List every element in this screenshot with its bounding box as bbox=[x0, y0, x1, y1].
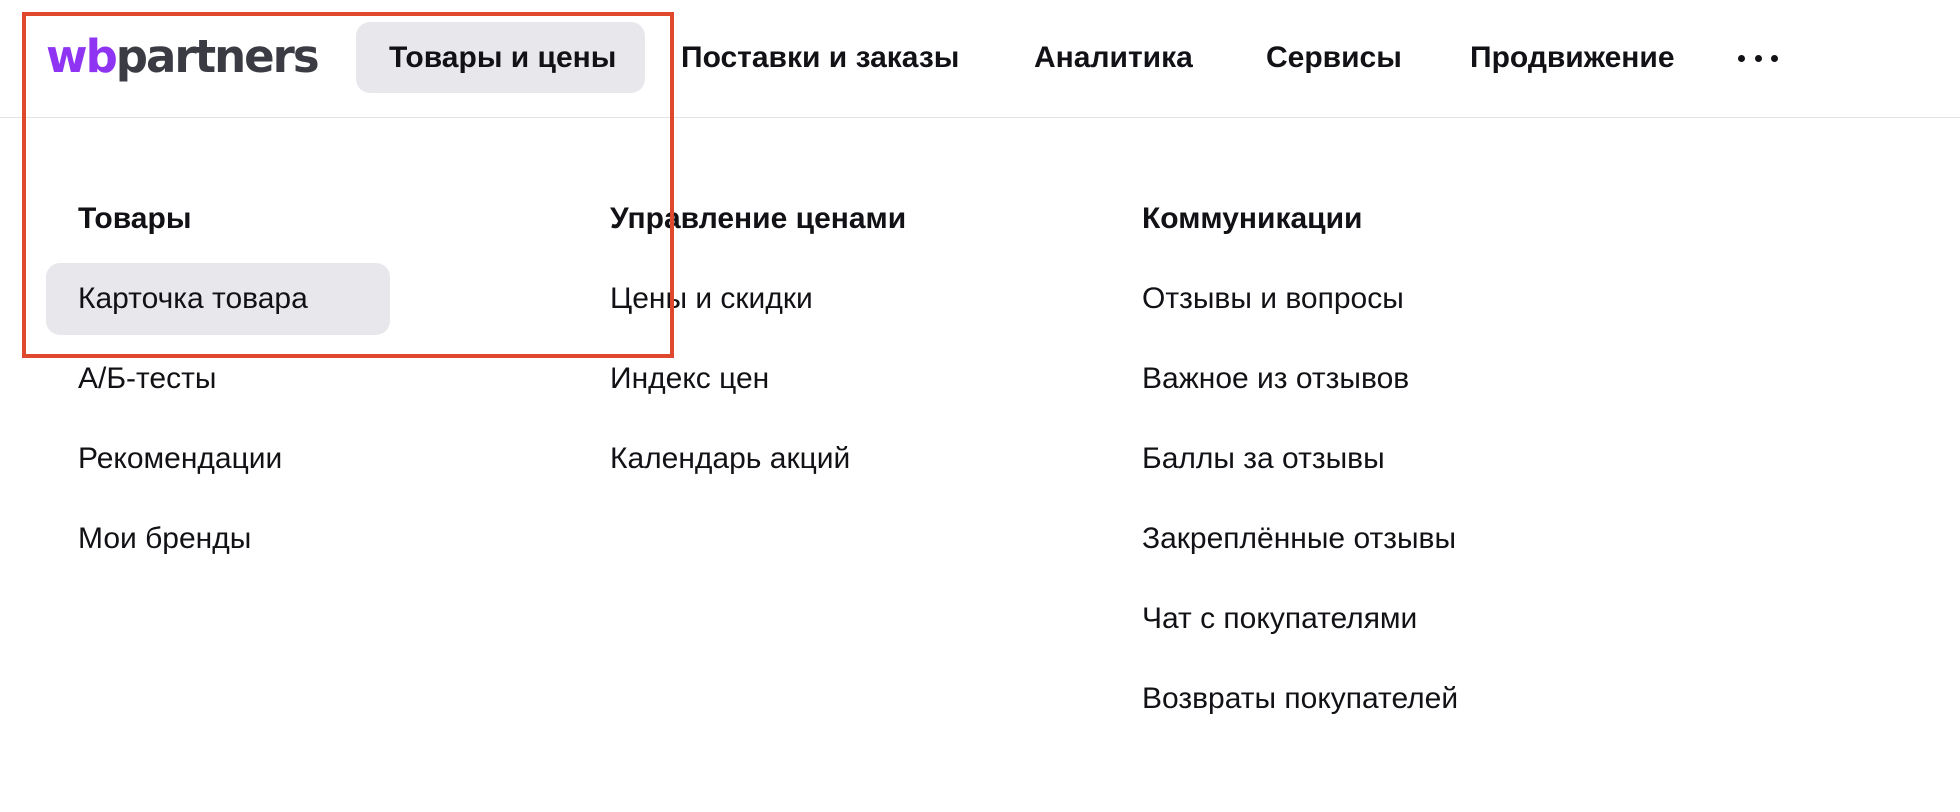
menu-column-products: Товары Карточка товара А/Б-тесты Рекомен… bbox=[46, 195, 390, 595]
menu-list-price-management: Цены и скидки Индекс цен Календарь акций bbox=[610, 275, 906, 483]
menu-item-prices-discounts[interactable]: Цены и скидки bbox=[610, 275, 906, 323]
nav-tab-products-prices[interactable]: Товары и цены bbox=[356, 22, 645, 93]
nav-tab-services[interactable]: Сервисы bbox=[1266, 22, 1402, 93]
menu-column-communications: Коммуникации Отзывы и вопросы Важное из … bbox=[1142, 195, 1458, 755]
menu-item-pinned-reviews[interactable]: Закреплённые отзывы bbox=[1142, 515, 1458, 563]
menu-item-buyer-returns[interactable]: Возвраты покупателей bbox=[1142, 675, 1458, 723]
menu-column-price-management: Управление ценами Цены и скидки Индекс ц… bbox=[610, 195, 906, 515]
more-horizontal-icon[interactable] bbox=[1738, 42, 1778, 74]
menu-item-buyer-chat[interactable]: Чат с покупателями bbox=[1142, 595, 1458, 643]
nav-tab-promotion[interactable]: Продвижение bbox=[1470, 22, 1675, 93]
menu-heading-price-management: Управление ценами bbox=[610, 202, 907, 235]
menu-item-product-card[interactable]: Карточка товара bbox=[46, 263, 390, 335]
menu-item-ab-tests[interactable]: А/Б-тесты bbox=[78, 355, 390, 403]
wbpartners-logo[interactable]: wb partners bbox=[46, 24, 320, 88]
more-dot bbox=[1771, 54, 1778, 62]
menu-list-communications: Отзывы и вопросы Важное из отзывов Баллы… bbox=[1142, 275, 1458, 723]
nav-tab-supplies-orders[interactable]: Поставки и заказы bbox=[681, 22, 959, 93]
menu-heading-products: Товары bbox=[78, 202, 192, 235]
more-dot bbox=[1738, 54, 1745, 62]
menu-item-important-reviews[interactable]: Важное из отзывов bbox=[1142, 355, 1458, 403]
menu-item-my-brands[interactable]: Мои бренды bbox=[78, 515, 390, 563]
menu-list-products: Карточка товара А/Б-тесты Рекомендации М… bbox=[46, 263, 390, 563]
menu-item-reviews-questions[interactable]: Отзывы и вопросы bbox=[1142, 275, 1458, 323]
menu-item-recommendations[interactable]: Рекомендации bbox=[78, 435, 390, 483]
nav-tab-analytics[interactable]: Аналитика bbox=[1034, 22, 1193, 93]
top-navigation-bar: wb partners Товары и цены Поставки и зака… bbox=[0, 0, 1960, 118]
logo-wb-text: wb bbox=[46, 29, 118, 83]
menu-item-promo-calendar[interactable]: Календарь акций bbox=[610, 435, 906, 483]
menu-heading-communications: Коммуникации bbox=[1142, 202, 1363, 235]
menu-item-price-index[interactable]: Индекс цен bbox=[610, 355, 906, 403]
logo-partners-text: partners bbox=[115, 29, 320, 83]
menu-item-review-points[interactable]: Баллы за отзывы bbox=[1142, 435, 1458, 483]
more-dot bbox=[1754, 54, 1762, 62]
